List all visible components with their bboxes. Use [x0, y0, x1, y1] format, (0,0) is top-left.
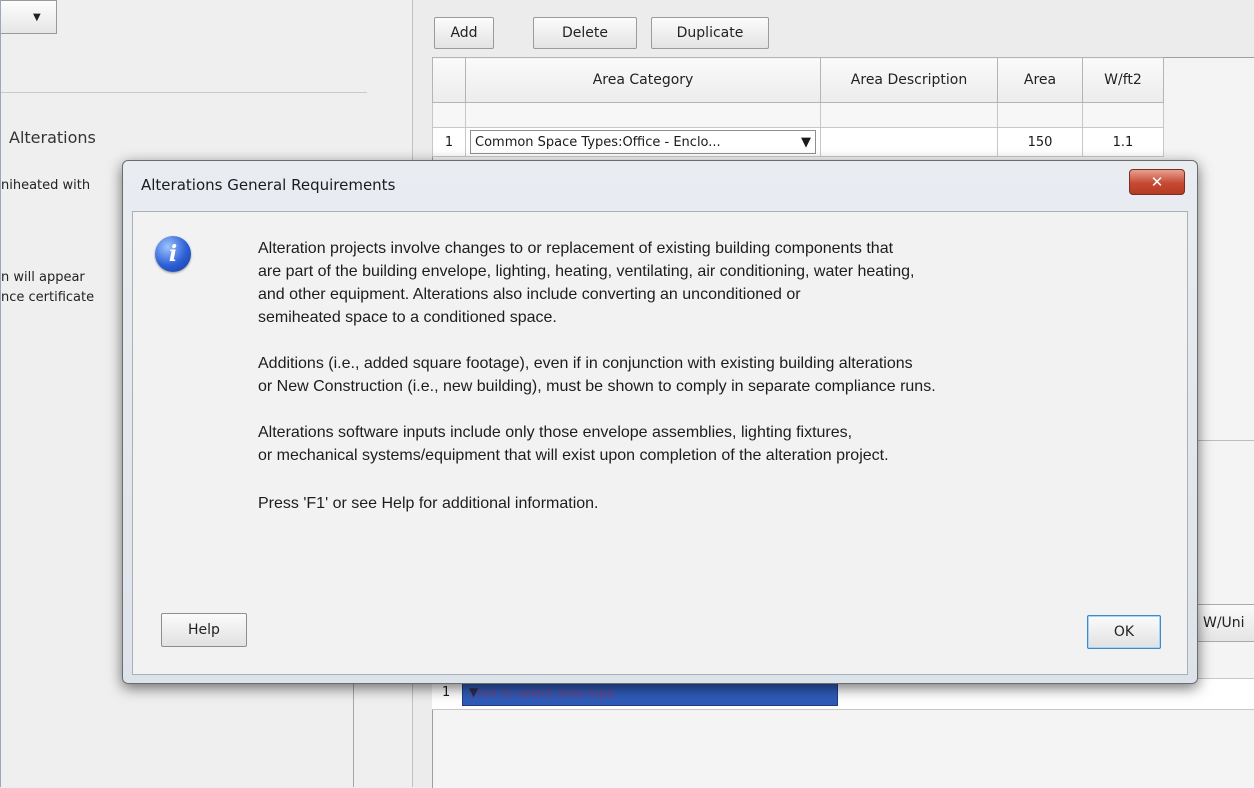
- alterations-dialog: Alterations General Requirements ✕ i Alt…: [122, 160, 1198, 684]
- left-text-fragment: niheated with: [1, 178, 91, 193]
- column-header-area-category[interactable]: Area Category: [465, 57, 821, 103]
- divider: [1196, 440, 1254, 441]
- message-line: Additions (i.e., added square footage), …: [258, 355, 913, 372]
- message-line: Alteration projects involve changes to o…: [258, 240, 894, 257]
- message-paragraph-additions: Additions (i.e., added square footage), …: [258, 352, 936, 398]
- area-description-cell[interactable]: [820, 127, 998, 157]
- row-number: 1: [432, 127, 466, 157]
- divider: [1, 92, 367, 93]
- dialog-body: i Alteration projects involve changes to…: [132, 211, 1188, 675]
- message-line: are part of the building envelope, light…: [258, 263, 915, 280]
- left-text-fragment: nce certificate: [1, 290, 95, 305]
- help-button[interactable]: Help: [161, 613, 247, 647]
- add-button[interactable]: Add: [434, 17, 494, 49]
- chevron-down-icon: ▼: [801, 134, 811, 150]
- area-table: Area Category Area Description Area W/ft…: [432, 57, 1164, 157]
- message-paragraph-help-hint: Press 'F1' or see Help for additional in…: [258, 492, 599, 515]
- ok-button[interactable]: OK: [1087, 615, 1161, 649]
- message-line: Alterations software inputs include only…: [258, 424, 853, 441]
- chevron-down-icon: ▼: [469, 685, 479, 699]
- area-type-dropdown[interactable]: Click to select area type ▼: [462, 682, 838, 706]
- column-header-row-number: [432, 57, 466, 103]
- column-header-area[interactable]: Area: [997, 57, 1083, 103]
- column-header-w-unit[interactable]: W/Uni: [1196, 604, 1254, 642]
- table-row: [432, 102, 1164, 128]
- alterations-heading: Alterations: [9, 128, 96, 147]
- message-paragraph-alterations: Alteration projects involve changes to o…: [258, 237, 914, 329]
- message-line: or mechanical systems/equipment that wil…: [258, 447, 889, 464]
- dialog-title: Alterations General Requirements: [141, 176, 396, 194]
- info-icon: i: [155, 236, 191, 272]
- left-text-fragment: n will appear: [1, 270, 85, 285]
- table-header-row: Area Category Area Description Area W/ft…: [432, 57, 1164, 103]
- column-header-wft2[interactable]: W/ft2: [1082, 57, 1164, 103]
- message-line: semiheated space to a conditioned space.: [258, 309, 557, 326]
- area-category-value: Common Space Types:Office - Enclo...: [475, 134, 721, 150]
- area-cell[interactable]: 150: [997, 127, 1083, 157]
- close-button[interactable]: ✕: [1129, 169, 1185, 195]
- message-line: or New Construction (i.e., new building)…: [258, 378, 936, 395]
- left-dropdown[interactable]: ▼: [1, 0, 57, 34]
- area-category-dropdown[interactable]: Common Space Types:Office - Enclo... ▼: [470, 130, 816, 154]
- close-icon: ✕: [1150, 173, 1164, 191]
- wft2-cell[interactable]: 1.1: [1082, 127, 1164, 157]
- message-paragraph-software-inputs: Alterations software inputs include only…: [258, 421, 889, 467]
- message-line: and other equipment. Alterations also in…: [258, 286, 801, 303]
- delete-button[interactable]: Delete: [533, 17, 637, 49]
- duplicate-button[interactable]: Duplicate: [651, 17, 769, 49]
- chevron-down-icon: ▼: [33, 12, 41, 23]
- column-header-area-description[interactable]: Area Description: [820, 57, 998, 103]
- area-category-cell[interactable]: Common Space Types:Office - Enclo... ▼: [465, 127, 821, 157]
- message-line: Press 'F1' or see Help for additional in…: [258, 495, 599, 512]
- table-row[interactable]: 1 Common Space Types:Office - Enclo... ▼…: [432, 127, 1164, 157]
- row-number: 1: [442, 685, 451, 700]
